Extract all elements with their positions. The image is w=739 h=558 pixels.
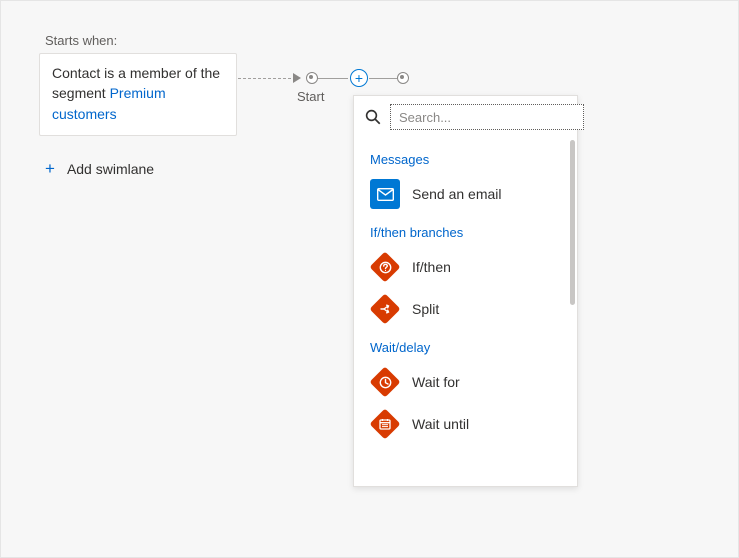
action-list: Messages Send an email If/then branches	[354, 136, 577, 486]
clock-icon	[370, 367, 400, 397]
start-node-label: Start	[297, 89, 324, 104]
question-icon	[370, 252, 400, 282]
connector-line	[369, 78, 397, 79]
arrow-icon	[293, 73, 301, 83]
search-icon	[364, 108, 382, 126]
plus-icon: +	[355, 71, 363, 85]
action-send-email[interactable]: Send an email	[354, 173, 577, 215]
action-label: Wait until	[412, 416, 469, 432]
search-input[interactable]	[390, 104, 584, 130]
scrollbar[interactable]	[570, 140, 575, 305]
action-label: Wait for	[412, 374, 460, 390]
plus-icon: +	[45, 159, 55, 179]
action-split[interactable]: Split	[354, 288, 577, 330]
start-node[interactable]	[306, 72, 318, 84]
calendar-icon	[370, 409, 400, 439]
connector-dashed-line	[238, 78, 296, 79]
action-if-then[interactable]: If/then	[354, 246, 577, 288]
action-label: If/then	[412, 259, 451, 275]
starts-when-label: Starts when:	[45, 33, 117, 48]
action-wait-for[interactable]: Wait for	[354, 361, 577, 403]
action-label: Send an email	[412, 186, 502, 202]
trigger-card[interactable]: Contact is a member of the segment Premi…	[39, 53, 237, 136]
email-icon	[370, 179, 400, 209]
connector-line	[318, 78, 348, 79]
action-wait-until[interactable]: Wait until	[354, 403, 577, 445]
add-swimlane-button[interactable]: + Add swimlane	[45, 159, 154, 179]
section-header-wait: Wait/delay	[354, 330, 577, 361]
search-row	[354, 96, 577, 136]
add-swimlane-label: Add swimlane	[67, 161, 154, 177]
action-picker-popup: Messages Send an email If/then branches	[353, 95, 578, 487]
end-node[interactable]	[397, 72, 409, 84]
split-icon	[370, 294, 400, 324]
section-header-branches: If/then branches	[354, 215, 577, 246]
section-header-messages: Messages	[354, 142, 577, 173]
action-label: Split	[412, 301, 439, 317]
add-step-button[interactable]: +	[350, 69, 368, 87]
